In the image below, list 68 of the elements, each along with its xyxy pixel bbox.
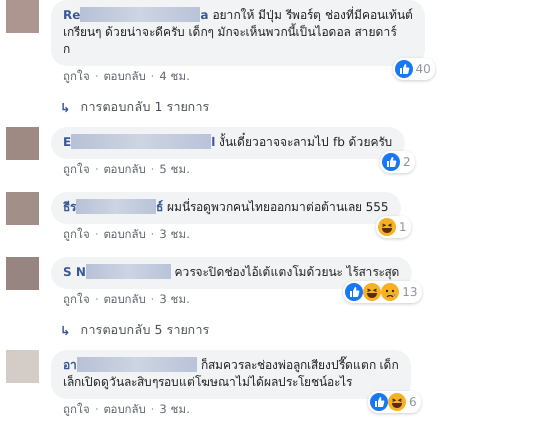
commenter-name[interactable]: a — [200, 8, 208, 22]
commenter-name[interactable]: Re — [63, 8, 80, 22]
separator-dot: · — [95, 227, 99, 242]
reaction-count: 2 — [403, 154, 411, 170]
crying-face-icon — [381, 283, 400, 301]
commenter-name[interactable]: ธีร — [63, 200, 76, 214]
avatar[interactable] — [6, 257, 39, 290]
comment-text: งั้นเดี๋ยวอาจจะลามไป fb ด้วยครับ — [219, 135, 393, 149]
separator-dot: · — [95, 402, 99, 417]
laughing-face-icon — [378, 218, 396, 236]
separator-dot: · — [95, 162, 99, 177]
timestamp-link[interactable]: 3 ชม. — [159, 292, 190, 307]
laughing-face-icon — [363, 283, 382, 301]
like-icon — [370, 393, 388, 411]
reply-arrow-icon: ↳ — [60, 322, 70, 338]
like-link[interactable]: ถูกใจ — [63, 292, 90, 307]
reply-link[interactable]: ตอบกลับ — [104, 402, 146, 417]
like-icon — [345, 283, 364, 301]
reaction-count: 13 — [402, 284, 418, 300]
like-link[interactable]: ถูกใจ — [63, 162, 90, 177]
commenter-name[interactable]: S N — [63, 265, 86, 279]
comment-text: ก็สมควรละช่องพ่อลูกเสียงปรี๊ดแตก เด็ก — [200, 358, 399, 372]
reaction-badge[interactable]: 2 — [380, 151, 415, 173]
comment-text: อยากให้ มีปุ่ม รีพอร์ตฺ ช่องที่มีคอนเท้นต์ — [212, 8, 413, 22]
separator-dot: · — [95, 292, 99, 307]
avatar[interactable] — [6, 192, 39, 225]
commenter-name[interactable]: อา — [63, 358, 77, 372]
commenter-name[interactable]: E — [63, 135, 72, 149]
laughing-face-icon — [388, 393, 406, 411]
timestamp-link[interactable]: 5 ชม. — [159, 162, 190, 177]
commenter-name[interactable]: l — [211, 135, 216, 149]
separator-dot: · — [150, 402, 154, 417]
view-replies-link[interactable]: การตอบกลับ 1 รายการ — [80, 97, 210, 117]
reply-link[interactable]: ตอบกลับ — [104, 292, 146, 307]
comment-text: เล็กเปิดดูวันละสิบๆรอบแต่โฆษณาไม่ได้ผลประโยชน์อะไร — [63, 374, 353, 391]
reaction-badge[interactable]: 6 — [368, 391, 421, 413]
reply-link[interactable]: ตอบกลับ — [104, 69, 146, 84]
separator-dot: · — [150, 69, 154, 84]
reply-arrow-icon: ↳ — [60, 100, 70, 114]
avatar[interactable] — [6, 0, 39, 33]
timestamp-link[interactable]: 4 ชม. — [159, 69, 190, 84]
reaction-count: 40 — [416, 60, 431, 78]
timestamp-link[interactable]: 3 ชม. — [159, 402, 190, 417]
avatar[interactable] — [6, 127, 39, 160]
separator-dot: · — [150, 227, 154, 242]
like-icon — [382, 153, 400, 171]
reaction-badge[interactable]: 13 — [343, 281, 422, 303]
reaction-count: 1 — [398, 218, 407, 236]
like-icon — [394, 60, 412, 78]
separator-dot: · — [150, 162, 154, 177]
separator-dot: · — [95, 69, 99, 84]
reply-link[interactable]: ตอบกลับ — [104, 227, 146, 242]
separator-dot: · — [150, 292, 154, 307]
reaction-count: 6 — [409, 394, 417, 410]
commenter-name[interactable]: ธ์ — [156, 200, 163, 214]
reply-link[interactable]: ตอบกลับ — [104, 162, 146, 177]
avatar[interactable] — [6, 350, 39, 383]
comment-text: ควรจะปิดช่องไอ้เต้แตงโมด้วยนะ ไร้สาระสุด — [174, 265, 400, 279]
timestamp-link[interactable]: 3 ชม. — [159, 227, 190, 242]
reaction-badge[interactable]: 40 — [392, 58, 435, 80]
view-replies-link[interactable]: การตอบกลับ 5 รายการ — [80, 320, 210, 340]
like-link[interactable]: ถูกใจ — [63, 402, 90, 417]
reaction-badge[interactable]: 1 — [376, 216, 411, 238]
comment-text: ผมนี่รอดูพวกคนไทยออกมาต่อต้านเลย 555 — [166, 200, 389, 214]
like-link[interactable]: ถูกใจ — [63, 227, 90, 242]
comment-text: ก — [63, 41, 71, 58]
like-link[interactable]: ถูกใจ — [63, 69, 90, 84]
comment-text: เกรียนๆ ด้วยน่าจะดีครับ เด็กๆ มักจะเห็นพวกนี้เป็นไอดอล สายดาร์ — [63, 24, 398, 41]
